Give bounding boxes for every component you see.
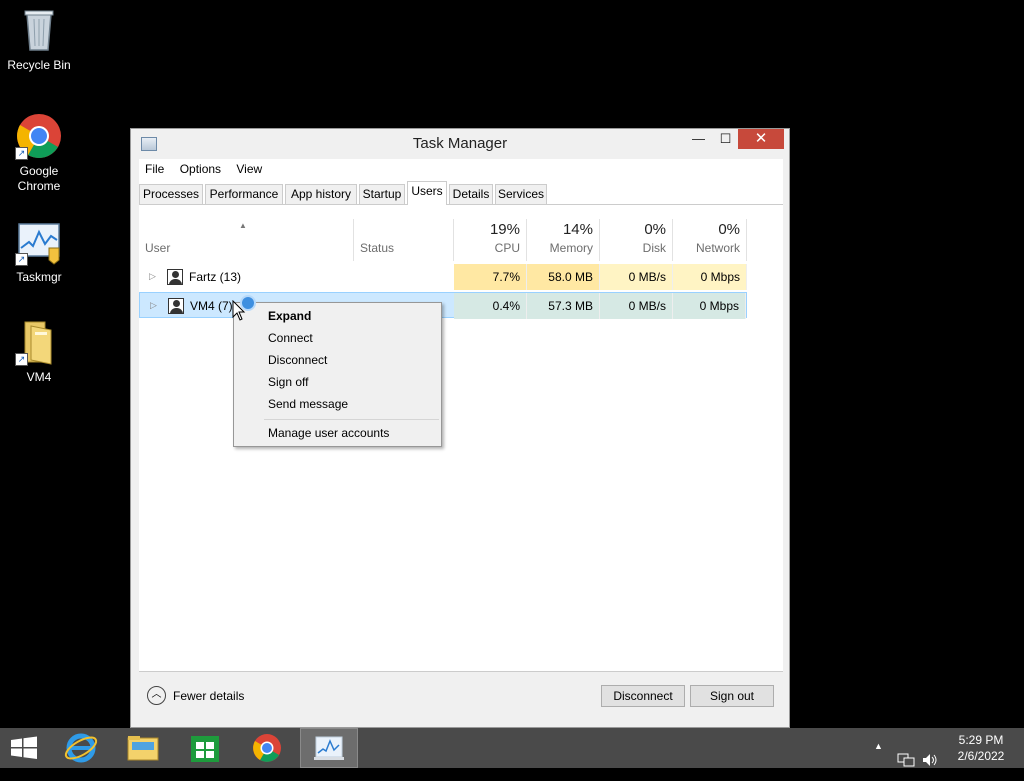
desktop-icon-recycle-bin[interactable]: Recycle Bin xyxy=(1,6,77,73)
tab-performance[interactable]: Performance xyxy=(205,184,283,205)
internet-explorer-icon xyxy=(64,733,98,763)
file-explorer-icon xyxy=(127,736,159,761)
memory-cell: 57.3 MB xyxy=(527,293,600,319)
close-button[interactable]: ✕ xyxy=(738,129,784,149)
mouse-cursor-icon xyxy=(232,300,246,321)
column-label: Memory xyxy=(549,241,593,255)
taskbar: ▲ 5:29 PM 2/6/2022 xyxy=(0,728,1024,768)
column-header-status[interactable]: Status xyxy=(354,219,454,261)
column-label: Network xyxy=(695,241,740,255)
tab-startup[interactable]: Startup xyxy=(359,184,405,205)
maximize-button[interactable]: ☐ xyxy=(712,129,739,149)
taskbar-task-manager[interactable] xyxy=(300,728,358,768)
column-header-cpu[interactable]: 19% CPU xyxy=(454,219,527,261)
user-name: Fartz (13) xyxy=(189,270,242,284)
desktop-icon-vm4[interactable]: ↗ VM4 xyxy=(1,318,77,385)
taskbar-chrome[interactable] xyxy=(238,728,296,768)
chrome-icon: ↗ xyxy=(15,112,63,160)
network-cell: 0 Mbps xyxy=(673,264,747,290)
shortcut-arrow-icon: ↗ xyxy=(15,147,28,160)
menu-item-sign-off[interactable]: Sign off xyxy=(268,371,308,393)
user-name: VM4 (7) xyxy=(190,299,233,313)
column-label: Disk xyxy=(642,241,666,255)
desktop-icon-label: Google Chrome xyxy=(17,164,61,193)
recycle-bin-icon xyxy=(15,6,63,54)
menu-options[interactable]: Options xyxy=(174,159,227,179)
user-icon xyxy=(167,269,183,285)
tab-app-history[interactable]: App history xyxy=(285,184,357,205)
tab-services[interactable]: Services xyxy=(495,184,547,205)
expand-arrow-icon[interactable]: ▷ xyxy=(149,271,156,282)
clock-date: 2/6/2022 xyxy=(957,749,1005,763)
memory-cell: 58.0 MB xyxy=(527,264,600,290)
tab-details[interactable]: Details xyxy=(449,184,493,205)
column-label: User xyxy=(145,241,171,255)
tab-users[interactable]: Users xyxy=(407,181,447,206)
column-header-user[interactable]: ▲ User xyxy=(139,219,354,261)
shortcut-arrow-icon: ↗ xyxy=(15,253,28,266)
shortcut-arrow-icon: ↗ xyxy=(15,353,28,366)
sign-out-button[interactable]: Sign out xyxy=(690,685,774,707)
task-manager-icon xyxy=(314,736,344,760)
table-row-selected[interactable]: ▷ VM4 (7) 0.4% 57.3 MB 0 MB/s 0 Mbps xyxy=(139,292,747,319)
menu-separator xyxy=(264,419,439,420)
taskbar-store[interactable] xyxy=(176,728,234,768)
menu-item-connect[interactable]: Connect xyxy=(268,327,313,349)
sort-arrow-icon: ▲ xyxy=(239,221,247,230)
fewer-details-label: Fewer details xyxy=(173,689,245,703)
cpu-cell: 7.7% xyxy=(454,264,527,290)
column-header-memory[interactable]: 14% Memory xyxy=(527,219,600,261)
minimize-button[interactable]: — xyxy=(685,129,712,149)
desktop-icon-label: Recycle Bin xyxy=(7,58,71,72)
network-cell: 0 Mbps xyxy=(673,293,746,319)
folder-icon: ↗ xyxy=(15,318,63,366)
desktop-icon-taskmgr[interactable]: ↗ Taskmgr xyxy=(1,218,77,285)
start-icon xyxy=(11,736,37,759)
desktop-icon-google-chrome[interactable]: ↗ Google Chrome xyxy=(1,112,77,194)
desktop-icon-label: VM4 xyxy=(26,370,52,384)
table-row[interactable]: ▷ Fartz (13) 7.7% 58.0 MB 0 MB/s 0 Mbps xyxy=(139,264,747,290)
network-icon[interactable] xyxy=(897,740,915,780)
menu-item-disconnect[interactable]: Disconnect xyxy=(268,349,327,371)
clock-time: 5:29 PM xyxy=(958,733,1004,747)
network-total: 0% xyxy=(718,221,740,238)
desktop-icon-label: Taskmgr xyxy=(16,270,62,284)
store-icon xyxy=(191,736,219,762)
chevron-up-icon: ︿ xyxy=(147,686,166,705)
taskbar-internet-explorer[interactable] xyxy=(52,728,110,768)
cpu-total: 19% xyxy=(489,221,520,238)
column-label: CPU xyxy=(494,241,520,255)
disk-cell: 0 MB/s xyxy=(600,293,673,319)
column-label: Status xyxy=(360,241,395,255)
title-bar[interactable]: Task Manager — ☐ ✕ xyxy=(131,129,789,159)
column-header-disk[interactable]: 0% Disk xyxy=(600,219,673,261)
footer-divider xyxy=(139,671,783,672)
task-manager-icon: ↗ xyxy=(15,218,63,266)
tab-processes[interactable]: Processes xyxy=(139,184,203,205)
disk-total: 0% xyxy=(644,221,666,238)
chrome-icon xyxy=(253,734,281,762)
user-icon xyxy=(168,298,184,314)
menu-view[interactable]: View xyxy=(230,159,268,179)
menu-item-send-message[interactable]: Send message xyxy=(268,393,348,415)
expand-arrow-icon[interactable]: ▷ xyxy=(150,300,157,311)
column-header-network[interactable]: 0% Network xyxy=(673,219,747,261)
task-manager-window: Task Manager — ☐ ✕ File Options View Pro… xyxy=(130,128,790,728)
show-hidden-icons-icon[interactable]: ▲ xyxy=(874,741,883,781)
menu-file[interactable]: File xyxy=(139,159,170,179)
system-clock[interactable]: 5:29 PM 2/6/2022 xyxy=(948,732,1014,764)
menu-bar: File Options View xyxy=(139,159,783,181)
menu-item-manage-user-accounts[interactable]: Manage user accounts xyxy=(268,422,389,444)
taskbar-file-explorer[interactable] xyxy=(114,728,172,768)
tab-strip: Processes Performance App history Startu… xyxy=(139,181,783,206)
context-menu: Expand Connect Disconnect Sign off Send … xyxy=(233,302,442,447)
menu-item-expand[interactable]: Expand xyxy=(268,305,311,327)
start-button[interactable] xyxy=(0,728,58,768)
memory-total: 14% xyxy=(562,221,593,238)
volume-icon[interactable] xyxy=(921,740,939,780)
cpu-cell: 0.4% xyxy=(454,293,527,319)
disconnect-button[interactable]: Disconnect xyxy=(601,685,685,707)
disk-cell: 0 MB/s xyxy=(600,264,673,290)
